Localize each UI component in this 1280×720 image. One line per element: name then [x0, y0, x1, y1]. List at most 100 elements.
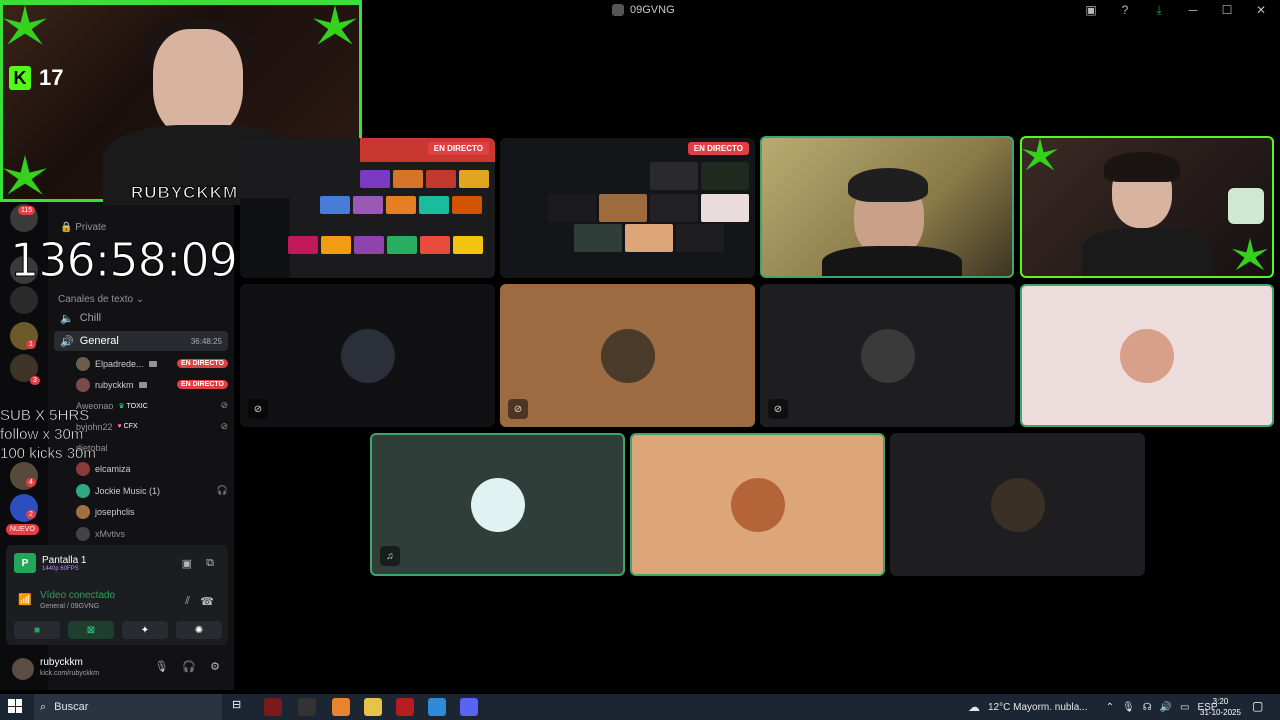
- avatar: [990, 477, 1045, 532]
- voice-user[interactable]: byjohn22 ♥ CFX ⊘: [76, 417, 228, 436]
- window-controls: ▣ ? ⤓ ─ ☐ ✕: [1084, 3, 1268, 18]
- video-tile-camera[interactable]: [760, 136, 1014, 278]
- chevron-up-icon[interactable]: ⌃: [1106, 702, 1114, 713]
- activities-button[interactable]: ✦: [122, 621, 168, 639]
- weather-text[interactable]: 12°C Mayorm. nubla...: [988, 702, 1088, 713]
- voice-status-panel: P Pantalla 1 1440p 60FPS ▣ ⧉ 📶 Vídeo con…: [6, 545, 228, 645]
- camera-button[interactable]: ■: [14, 621, 60, 639]
- headphones-icon[interactable]: 🎧: [182, 660, 196, 673]
- muted-icon: ⊘: [220, 421, 228, 431]
- muted-icon: ⊘: [508, 399, 528, 419]
- game-thumb: [353, 196, 383, 214]
- channel-general[interactable]: 🔊 General 36:48:25: [54, 331, 228, 351]
- avatar[interactable]: [12, 658, 34, 680]
- task-view-icon[interactable]: ⊟: [232, 698, 250, 716]
- app-icon[interactable]: [396, 698, 414, 716]
- taskbar: ⌕ Buscar ⊟ ☁ 12°C Mayorm. nubla... ⌃ 🎙 ☊…: [0, 694, 1280, 720]
- voice-user[interactable]: josephclis: [76, 502, 228, 521]
- unread-badge: 4: [26, 478, 36, 487]
- voice-user[interactable]: elcamiza: [76, 459, 228, 478]
- game-thumb: [459, 170, 489, 188]
- obs-app-icon[interactable]: [298, 698, 316, 716]
- camera-icon: [138, 381, 147, 388]
- username: rubyckkm: [40, 657, 83, 668]
- video-tile-camera[interactable]: [1020, 136, 1274, 278]
- screen-share-info[interactable]: P Pantalla 1 1440p 60FPS: [14, 553, 86, 573]
- weather-icon[interactable]: ☁: [968, 700, 980, 714]
- channel-label: General: [79, 335, 119, 347]
- unread-badge: 115: [18, 206, 36, 215]
- channel-chill[interactable]: 🔈 Chill: [54, 308, 228, 328]
- text-channels-category[interactable]: Canales de texto ⌄: [58, 294, 144, 305]
- clock-time: 3:20: [1212, 697, 1229, 706]
- popout-icon[interactable]: ⧉: [206, 557, 214, 570]
- app-icon[interactable]: [332, 698, 350, 716]
- windows-start-icon[interactable]: [8, 699, 22, 713]
- mini-tile: [625, 224, 673, 252]
- video-tile-avatar[interactable]: [890, 433, 1145, 576]
- microphone-icon[interactable]: 🎙: [154, 660, 168, 673]
- voice-user[interactable]: Elpadrede... EN DIRECTO: [76, 354, 228, 373]
- video-tile-avatar[interactable]: [630, 433, 885, 576]
- screen-share-icon: P: [14, 553, 36, 573]
- video-tile-avatar[interactable]: ♫: [370, 433, 625, 576]
- voice-user[interactable]: rubyckkm EN DIRECTO: [76, 375, 228, 394]
- share-screen-button[interactable]: ⊠: [68, 621, 114, 639]
- battery-icon[interactable]: ▭: [1180, 702, 1189, 713]
- game-thumb: [453, 236, 483, 254]
- leaf-decoration: [3, 5, 47, 45]
- live-badge: EN DIRECTO: [427, 142, 489, 155]
- avatar: [76, 504, 90, 519]
- game-thumb: [321, 236, 351, 254]
- channel-label: Chill: [79, 312, 102, 324]
- inbox-icon[interactable]: ▣: [1084, 3, 1098, 18]
- voice-user[interactable]: xMvtivs: [76, 524, 228, 543]
- search-placeholder: Buscar: [54, 701, 89, 713]
- private-category[interactable]: 🔒 Private: [60, 222, 106, 233]
- opera-app-icon[interactable]: [264, 698, 282, 716]
- volume-icon[interactable]: 🔊: [1160, 702, 1172, 713]
- clock[interactable]: 3:20 31-10-2025: [1200, 696, 1241, 718]
- speaker-icon: 🔊: [60, 335, 74, 348]
- soundboard-button[interactable]: ✺: [176, 621, 222, 639]
- voice-user[interactable]: Aweonao ♛ TOXIC ⊘: [76, 396, 228, 415]
- kick-follower-counter: K 17: [9, 65, 63, 91]
- speaker-icon: 🔈: [60, 312, 74, 325]
- noise-suppression-icon[interactable]: ⫽: [185, 595, 190, 608]
- connected-channel[interactable]: General / 09GVNG: [40, 603, 99, 610]
- video-tile-screen[interactable]: EN DIRECTO: [240, 138, 495, 278]
- close-button[interactable]: ✕: [1254, 3, 1268, 18]
- download-icon[interactable]: ⤓: [1152, 3, 1166, 18]
- video-tile-avatar[interactable]: ⊘: [500, 284, 755, 427]
- gear-icon[interactable]: ⚙: [210, 660, 220, 673]
- server-icon[interactable]: [10, 286, 38, 314]
- stop-stream-icon[interactable]: ▣: [182, 557, 192, 570]
- video-tile-screen[interactable]: EN DIRECTO: [500, 138, 755, 278]
- game-thumb: [360, 170, 390, 188]
- help-icon[interactable]: ?: [1118, 3, 1132, 18]
- unread-badge: 1: [26, 340, 36, 349]
- avatar: [76, 483, 90, 498]
- maximize-button[interactable]: ☐: [1220, 3, 1234, 18]
- voice-user[interactable]: dietobal: [76, 438, 228, 457]
- discord-app-icon[interactable]: [460, 698, 478, 716]
- disconnect-icon[interactable]: ☎: [200, 595, 214, 608]
- avatar: [76, 356, 90, 371]
- new-badge: NUEVO: [6, 524, 39, 535]
- notification-icon[interactable]: ▢: [1252, 699, 1263, 713]
- user-name: elcamiza: [95, 463, 131, 474]
- search-box[interactable]: ⌕ Buscar: [34, 694, 222, 720]
- microphone-icon[interactable]: 🎙: [1122, 702, 1135, 713]
- live-badge: EN DIRECTO: [687, 142, 749, 155]
- avatar: [730, 477, 785, 532]
- video-tile-avatar[interactable]: ⊘: [760, 284, 1015, 427]
- network-icon[interactable]: ☊: [1143, 702, 1152, 713]
- file-explorer-icon[interactable]: [364, 698, 382, 716]
- video-tile-avatar[interactable]: ⊘: [240, 284, 495, 427]
- minimize-button[interactable]: ─: [1186, 3, 1200, 18]
- streamer-face: [153, 29, 243, 139]
- store-icon[interactable]: [428, 698, 446, 716]
- video-tile-avatar[interactable]: [1020, 284, 1274, 427]
- game-thumb: [419, 196, 449, 214]
- voice-user[interactable]: Jockie Music (1) 🎧: [76, 481, 228, 500]
